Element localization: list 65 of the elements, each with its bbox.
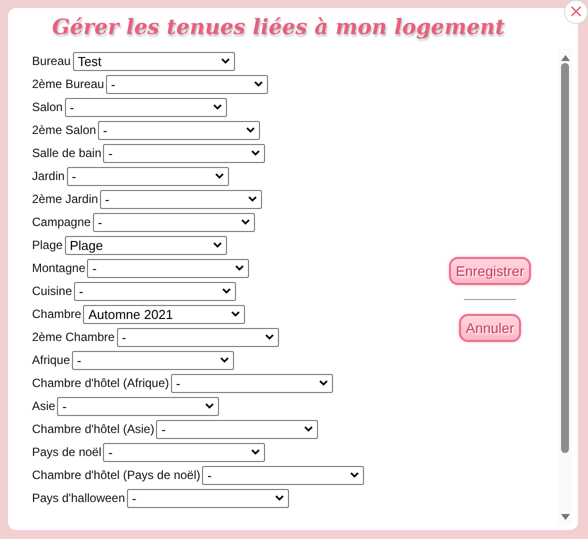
field-label: Campagne (32, 214, 91, 230)
outfit-select[interactable]: - (98, 120, 260, 140)
scroll-thumb[interactable] (561, 63, 569, 453)
field-label: 2ème Chambre (32, 328, 115, 346)
field-label: Montagne (32, 260, 86, 276)
chevron-down-icon (248, 196, 258, 202)
scroll-up-icon[interactable] (560, 55, 570, 61)
chevron-down-icon (251, 449, 260, 455)
field-label: Jardin (32, 168, 65, 184)
chevron-down-icon (212, 104, 222, 110)
field-label: Pays de noël (32, 444, 102, 460)
field-label: Salon (32, 98, 63, 116)
field-label: Asie (32, 398, 56, 414)
scroll-down-icon[interactable] (560, 514, 570, 520)
chevron-down-icon (240, 219, 250, 225)
outfit-select[interactable]: - (103, 442, 266, 462)
dialog-title: Gérer les tenues liées à mon logement (52, 14, 505, 39)
chevron-down-icon (246, 127, 256, 133)
outfit-select[interactable]: - (202, 466, 364, 484)
field-label: Afrique (32, 352, 70, 368)
outfit-select[interactable]: - (64, 98, 227, 116)
outfit-select[interactable]: - (72, 350, 234, 370)
outfit-select[interactable]: - (66, 166, 229, 186)
chevron-down-icon (235, 265, 244, 271)
outfit-select[interactable]: - (87, 258, 250, 278)
chevron-down-icon (251, 150, 260, 156)
scrollbar[interactable] (558, 49, 572, 524)
chevron-down-icon (231, 311, 240, 317)
outfit-select[interactable]: Test (72, 52, 235, 70)
outfit-select[interactable]: - (116, 328, 279, 346)
outfit-select[interactable]: - (127, 488, 290, 508)
chevron-down-icon (220, 357, 230, 363)
field-label: Cuisine (32, 282, 72, 300)
field-label: 2ème Jardin (32, 190, 98, 208)
field-label: Chambre d'hôtel (Afrique) (32, 374, 170, 392)
field-label: Chambre d'hôtel (Pays de noël) (32, 466, 200, 484)
outfit-select[interactable]: - (57, 396, 220, 416)
chevron-down-icon (319, 380, 328, 386)
chevron-down-icon (212, 242, 222, 248)
field-label: 2ème Salon (32, 122, 96, 138)
field-label: 2ème Bureau (32, 76, 104, 92)
field-label: Chambre (32, 306, 82, 322)
field-label: Salle de bain (32, 144, 102, 162)
field-label: Chambre d'hôtel (Asie) (32, 420, 154, 438)
chevron-down-icon (350, 472, 360, 478)
outfit-select[interactable]: - (100, 190, 262, 208)
chevron-down-icon (220, 58, 230, 64)
outfit-select[interactable]: - (92, 212, 255, 232)
chevron-down-icon (254, 81, 264, 87)
chevron-down-icon (205, 403, 214, 409)
chevron-down-icon (264, 334, 274, 340)
outfit-select[interactable]: - (156, 420, 318, 438)
outfit-select[interactable]: - (106, 74, 268, 94)
outfit-select[interactable]: - (103, 144, 266, 162)
chevron-down-icon (222, 288, 232, 294)
outfit-select[interactable]: Plage (64, 236, 227, 254)
outfit-select[interactable]: Automne 2021 (83, 304, 246, 324)
outfit-select[interactable]: - (171, 374, 334, 392)
chevron-down-icon (275, 495, 284, 501)
chevron-down-icon (214, 173, 224, 179)
field-label: Bureau (32, 52, 71, 70)
field-label: Pays d'halloween (32, 490, 126, 506)
chevron-down-icon (304, 426, 314, 432)
field-label: Plage (32, 236, 63, 254)
outfit-select[interactable]: - (74, 282, 236, 300)
